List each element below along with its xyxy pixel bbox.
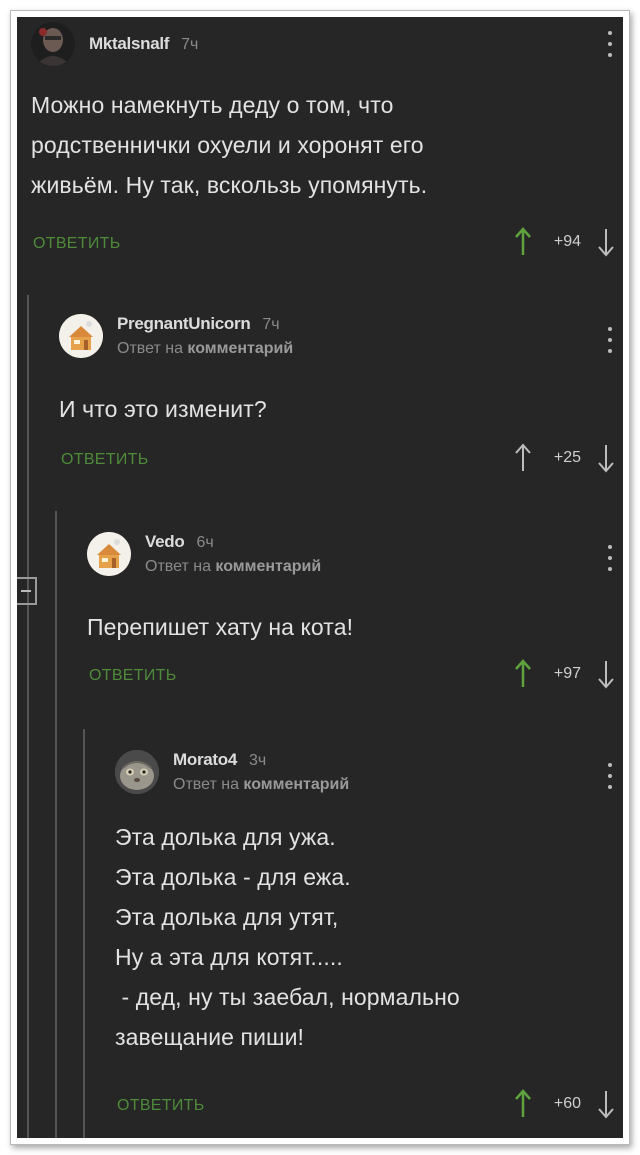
comment-text-line: Эта долька для ужа. — [115, 824, 336, 850]
comment-header: PregnantUnicorn 7ч Ответ на комментарий — [59, 311, 293, 361]
username[interactable]: Mktalsnalf — [89, 34, 169, 54]
more-options-icon[interactable] — [605, 327, 615, 353]
reply-button[interactable]: ОТВЕТИТЬ — [33, 235, 121, 253]
upvote-arrow-icon[interactable] — [514, 443, 532, 473]
manul-cat-avatar-icon — [115, 750, 159, 794]
vote-score: +97 — [553, 665, 581, 682]
username[interactable]: Vedo — [145, 532, 185, 552]
comment-meta: Morato4 3ч Ответ на комментарий — [173, 750, 349, 794]
comment-text-line: родственнички охуели и хоронят его — [31, 132, 424, 158]
reply-to-label: Ответ на комментарий — [145, 558, 321, 576]
thread-line-level-1[interactable] — [27, 295, 29, 1138]
comment-meta: PregnantUnicorn 7ч Ответ на комментарий — [117, 314, 293, 358]
default-house-avatar-icon — [87, 532, 131, 576]
username[interactable]: PregnantUnicorn — [117, 314, 251, 334]
vote-controls: +97 — [514, 657, 615, 691]
comment-header: Morato4 3ч Ответ на комментарий — [115, 747, 349, 797]
comment-header: Vedo 6ч Ответ на комментарий — [87, 529, 321, 579]
reply-to-link[interactable]: комментарий — [187, 340, 293, 357]
reply-to-label: Ответ на комментарий — [173, 776, 349, 794]
reply-button[interactable]: ОТВЕТИТЬ — [61, 451, 149, 469]
comment-text-line: Ну а эта для котят..... — [115, 944, 343, 970]
downvote-arrow-icon[interactable] — [597, 227, 615, 257]
dark-portrait-avatar-icon — [31, 22, 75, 66]
reply-to-link[interactable]: комментарий — [215, 558, 321, 575]
thread-line-level-2[interactable] — [55, 511, 57, 1138]
comment-text: Эта долька для ужа. Эта долька - для ежа… — [115, 817, 460, 1057]
collapse-thread-button[interactable] — [17, 577, 37, 605]
comment-meta: Mktalsnalf 7ч — [89, 34, 198, 54]
vote-score: +60 — [553, 1095, 581, 1112]
minus-icon — [21, 590, 31, 592]
avatar[interactable] — [59, 314, 103, 358]
vote-controls: +60 — [514, 1087, 615, 1121]
comment-text-line: завещание пиши! — [115, 1024, 305, 1050]
comment-text-line: Эта долька - для ежа. — [115, 864, 351, 890]
comment-text-line: - дед, ну ты заебал, нормально — [115, 984, 460, 1010]
timestamp: 7ч — [181, 36, 199, 53]
comment-text-line: живьём. Ну так, вскользь упомянуть. — [31, 172, 428, 198]
avatar[interactable] — [115, 750, 159, 794]
comment-text-line: Эта долька для утят, — [115, 904, 339, 930]
vote-controls: +94 — [514, 225, 615, 259]
reply-to-label: Ответ на комментарий — [117, 340, 293, 358]
vote-controls: +25 — [514, 441, 615, 475]
upvote-arrow-icon[interactable] — [514, 659, 532, 689]
vote-score: +25 — [553, 449, 581, 466]
comment-text-line: Можно намекнуть деду о том, что — [31, 92, 394, 118]
timestamp: 3ч — [249, 752, 267, 769]
avatar[interactable] — [87, 532, 131, 576]
username[interactable]: Morato4 — [173, 750, 237, 770]
reply-to-prefix: Ответ на — [117, 340, 183, 357]
more-options-icon[interactable] — [605, 31, 615, 57]
comment-header: Mktalsnalf 7ч — [31, 19, 198, 69]
comment-text: Можно намекнуть деду о том, что родствен… — [31, 85, 427, 205]
upvote-arrow-icon[interactable] — [514, 1089, 532, 1119]
timestamp: 6ч — [196, 534, 214, 551]
avatar[interactable] — [31, 22, 75, 66]
reply-button[interactable]: ОТВЕТИТЬ — [117, 1097, 205, 1115]
downvote-arrow-icon[interactable] — [597, 443, 615, 473]
comment-text-line: И что это изменит? — [59, 396, 267, 422]
comment-text-line: Перепишет хату на кота! — [87, 614, 354, 640]
upvote-arrow-icon[interactable] — [514, 227, 532, 257]
reply-to-link[interactable]: комментарий — [243, 776, 349, 793]
reply-to-prefix: Ответ на — [145, 558, 211, 575]
thread-line-level-3[interactable] — [83, 729, 85, 1138]
reply-to-prefix: Ответ на — [173, 776, 239, 793]
comment-text: Перепишет хату на кота! — [87, 607, 353, 647]
downvote-arrow-icon[interactable] — [597, 1089, 615, 1119]
more-options-icon[interactable] — [605, 545, 615, 571]
comment-meta: Vedo 6ч Ответ на комментарий — [145, 532, 321, 576]
comment-thread: Mktalsnalf 7ч Можно намекнуть деду о том… — [17, 17, 623, 1138]
downvote-arrow-icon[interactable] — [597, 659, 615, 689]
reply-button[interactable]: ОТВЕТИТЬ — [89, 667, 177, 685]
more-options-icon[interactable] — [605, 763, 615, 789]
comment-text: И что это изменит? — [59, 389, 267, 429]
timestamp: 7ч — [262, 316, 280, 333]
vote-score: +94 — [553, 233, 581, 250]
default-house-avatar-icon — [59, 314, 103, 358]
